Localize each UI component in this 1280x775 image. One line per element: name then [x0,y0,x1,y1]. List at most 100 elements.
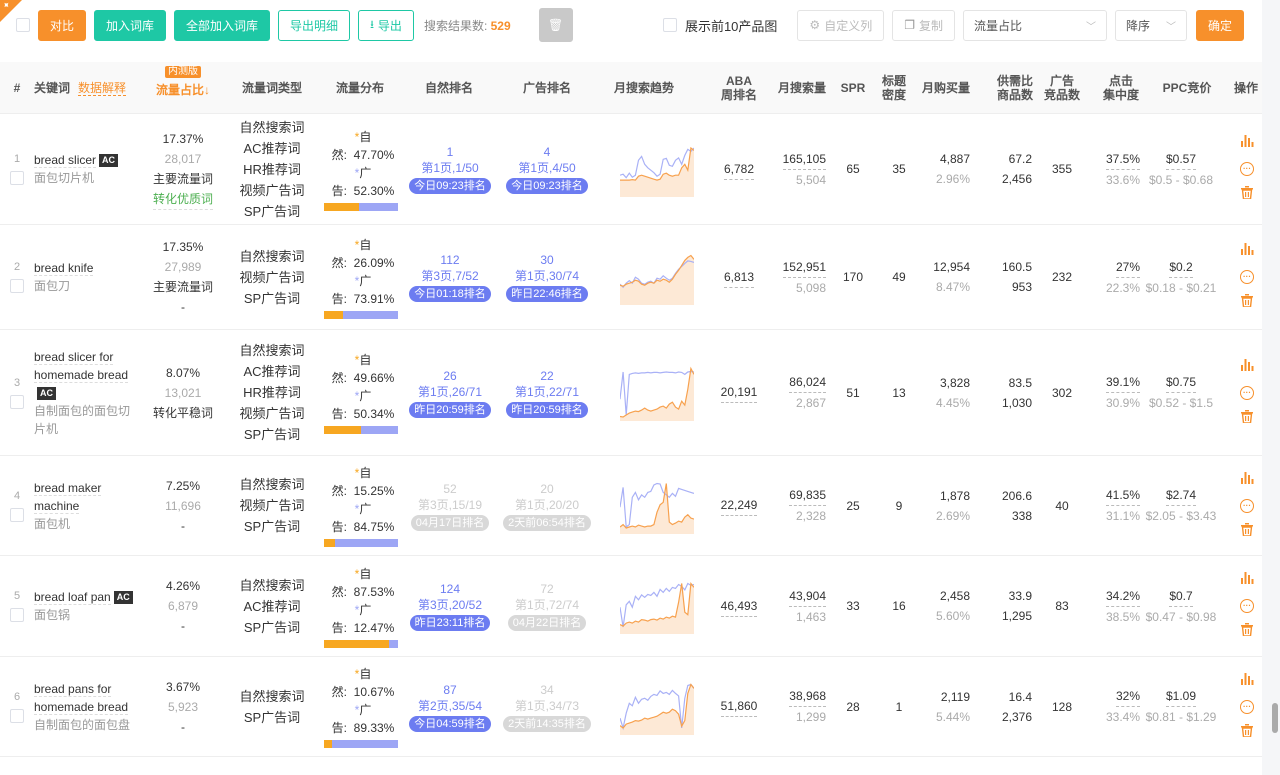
row-checkbox[interactable] [10,171,24,185]
click-concentration[interactable]: 34.2% [1105,586,1140,607]
row-checkbox[interactable] [10,708,24,723]
row-checkbox[interactable] [10,608,24,622]
keyword-text[interactable]: bread pans for homemade bread [34,681,129,715]
bar-chart-icon[interactable] [1240,354,1254,380]
keyword[interactable]: bread slicer AC [34,151,119,169]
more-icon[interactable]: ··· [1240,498,1254,513]
monthly-search[interactable]: 38,968 [789,686,826,707]
trash-icon[interactable] [1241,720,1253,746]
keyword[interactable]: bread slicer for homemade bread AC [34,348,138,402]
click-concentration[interactable]: 39.1% [1105,372,1140,393]
row-checkbox[interactable] [10,507,24,522]
add-to-library-button[interactable]: 加入词库 [94,9,167,41]
trash-icon[interactable] [1241,290,1253,316]
more-icon[interactable]: ··· [1240,270,1254,284]
ppc-bid[interactable]: $0.2 [1169,257,1193,278]
monthly-search[interactable]: 152,951 [782,257,826,278]
scrollbar-track[interactable] [1262,0,1280,775]
keyword[interactable]: bread maker machine [34,479,138,515]
more-icon[interactable]: ··· [1240,599,1254,613]
click-concentration[interactable]: 27% [1115,257,1140,278]
click-concentration[interactable]: 41.5% [1105,485,1140,506]
keyword-text[interactable]: bread knife [34,261,94,276]
trend-sparkline[interactable] [620,478,694,534]
keyword[interactable]: bread knife [34,259,94,277]
keyword-text[interactable]: bread maker machine [34,480,102,514]
aba-rank[interactable]: 20,191 [720,382,758,403]
ad-rank-time-tag[interactable]: 04月22日排名 [507,615,587,631]
monthly-trend-cell[interactable] [618,225,696,329]
aba-rank[interactable]: 6,813 [723,267,755,288]
add-all-to-library-button[interactable]: 全部加入词库 [174,9,271,41]
row-checkbox[interactable] [10,394,24,409]
aba-rank[interactable]: 46,493 [720,596,758,617]
trash-icon[interactable] [1241,182,1253,208]
sort-field-select[interactable]: 流量占比 ﹀ [962,9,1107,41]
monthly-trend-cell[interactable] [618,456,696,555]
custom-columns-button[interactable]: ⚙ 自定义列 [797,9,885,41]
monthly-search[interactable]: 165,105 [782,149,826,170]
trend-sparkline[interactable] [620,679,694,735]
delete-button[interactable]: 🗑 [538,8,573,42]
organic-rank-time-tag[interactable]: 今日09:23排名 [409,178,491,194]
click-concentration[interactable]: 32% [1115,686,1140,707]
more-icon[interactable]: ··· [1240,162,1254,176]
monthly-trend-cell[interactable] [618,330,696,455]
data-explain-link[interactable]: 数据解释 [78,81,127,96]
keyword[interactable]: bread pans for homemade bread [34,680,138,716]
trend-sparkline[interactable] [620,578,694,634]
sort-order-select[interactable]: 降序 ﹀ [1114,9,1187,41]
row-checkbox[interactable] [10,279,24,293]
bar-chart-icon[interactable] [1240,238,1254,264]
export-button[interactable]: ⭳ 导出 [358,9,414,41]
more-icon[interactable]: ··· [1240,699,1254,714]
more-icon[interactable]: ··· [1240,385,1254,400]
ppc-bid[interactable]: $2.74 [1165,485,1197,506]
click-concentration[interactable]: 37.5% [1105,149,1140,170]
keyword-text[interactable]: bread loaf pan [34,590,111,605]
organic-rank-time-tag[interactable]: 今日04:59排名 [409,715,491,732]
copy-button[interactable]: ❐ 复制 [892,9,955,41]
trend-sparkline[interactable] [620,365,694,421]
export-detail-button[interactable]: 导出明细 [278,9,351,41]
monthly-search[interactable]: 86,024 [789,372,826,393]
keyword-text[interactable]: bread slicer for homemade bread [34,349,129,383]
ppc-bid[interactable]: $1.09 [1165,686,1197,707]
keyword-text[interactable]: bread slicer [34,153,97,168]
scrollbar-thumb[interactable] [1272,703,1278,733]
ppc-bid[interactable]: $0.75 [1165,372,1197,393]
aba-rank[interactable]: 6,782 [723,159,755,180]
monthly-trend-cell[interactable] [618,114,696,224]
trend-sparkline[interactable] [620,141,694,197]
compare-button[interactable]: 对比 [38,9,87,41]
ad-rank-time-tag[interactable]: 昨日22:46排名 [506,286,588,302]
aba-rank[interactable]: 51,860 [720,696,758,717]
aba-rank[interactable]: 22,249 [720,495,758,516]
monthly-trend-cell[interactable] [618,657,696,756]
trash-icon[interactable] [1241,406,1253,432]
ppc-bid[interactable]: $0.7 [1169,586,1193,607]
ppc-bid[interactable]: $0.57 [1165,149,1197,170]
monthly-search[interactable]: 43,904 [789,586,826,607]
bar-chart-icon[interactable] [1240,567,1254,593]
organic-rank-time-tag[interactable]: 昨日23:11排名 [409,615,491,631]
bar-chart-icon[interactable] [1240,130,1254,156]
organic-rank-time-tag[interactable]: 昨日20:59排名 [409,401,491,418]
trend-sparkline[interactable] [620,249,694,305]
confirm-button[interactable]: 确定 [1195,9,1244,41]
ad-rank-time-tag[interactable]: 2天前14:35排名 [503,715,591,732]
trash-icon[interactable] [1241,519,1253,545]
bar-chart-icon[interactable] [1240,467,1254,493]
ad-rank-time-tag[interactable]: 今日09:23排名 [506,178,588,194]
monthly-search[interactable]: 69,835 [789,485,826,506]
organic-rank-time-tag[interactable]: 今日01:18排名 [409,286,491,302]
show-top10-checkbox[interactable] [662,18,677,32]
ad-rank-time-tag[interactable]: 昨日20:59排名 [506,401,588,418]
keyword[interactable]: bread loaf pan AC [34,588,133,606]
organic-rank-time-tag[interactable]: 04月17日排名 [410,514,490,531]
header-traffic-share[interactable]: 内测版 流量占比↓ [140,62,226,114]
bar-chart-icon[interactable] [1240,668,1254,694]
trash-icon[interactable] [1241,619,1253,645]
monthly-trend-cell[interactable] [618,556,696,656]
show-top10-toggle[interactable]: 展示前10产品图 [662,16,777,35]
